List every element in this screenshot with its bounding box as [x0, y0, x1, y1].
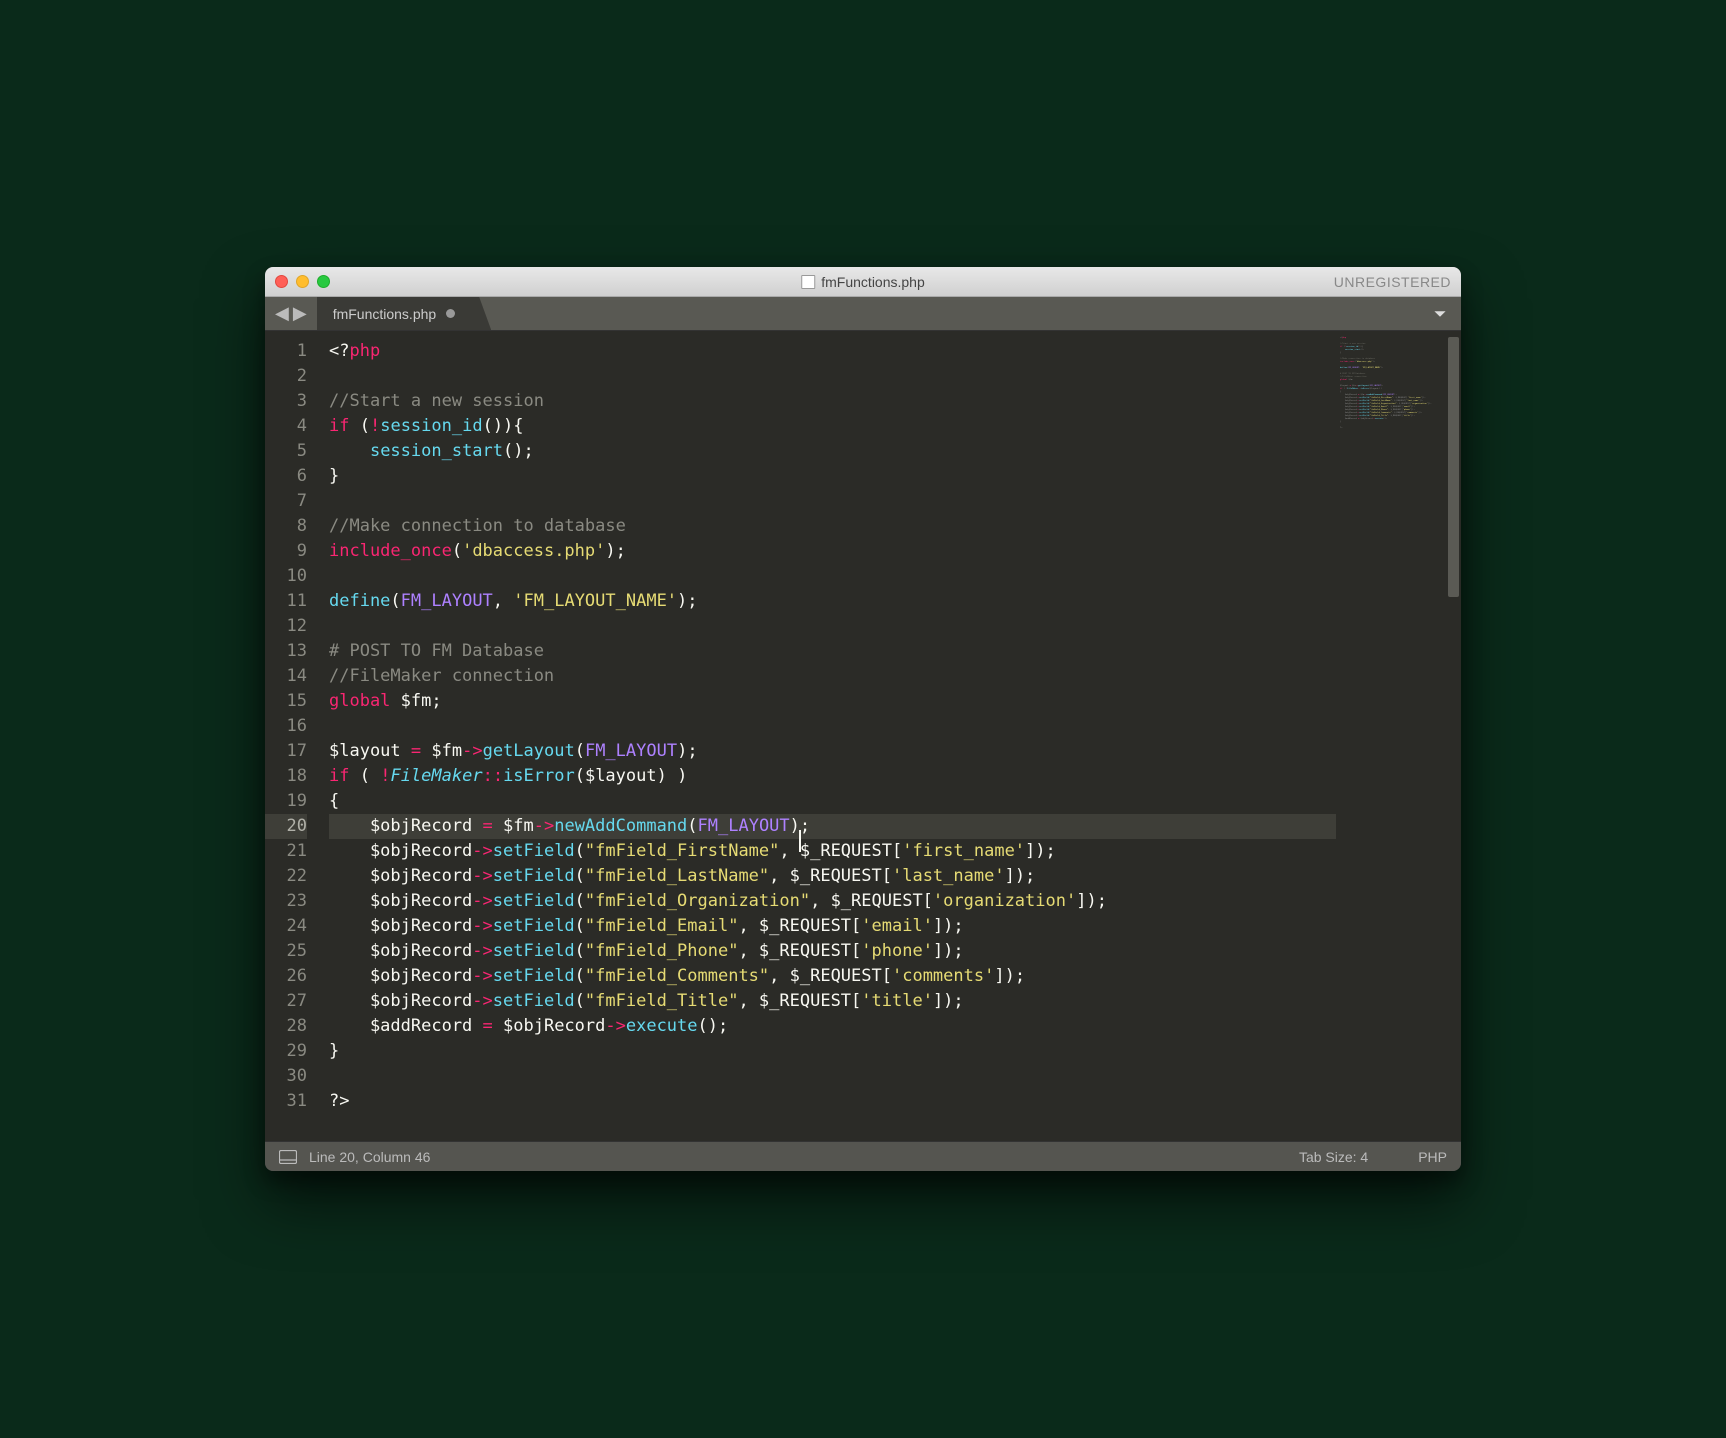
nav-back-icon[interactable]: ◀ — [275, 303, 289, 324]
code-line[interactable]: include_once('dbaccess.php'); — [329, 539, 1336, 564]
window-title: fmFunctions.php — [801, 274, 925, 290]
line-number[interactable]: 9 — [265, 539, 307, 564]
tab-dropdown-button[interactable] — [1419, 297, 1461, 330]
line-number[interactable]: 18 — [265, 764, 307, 789]
line-number[interactable]: 15 — [265, 689, 307, 714]
editor-area: 1234567891011121314151617181920212223242… — [265, 331, 1461, 1141]
status-bar: Line 20, Column 46 Tab Size: 4 PHP — [265, 1141, 1461, 1171]
line-number[interactable]: 30 — [265, 1064, 307, 1089]
nav-forward-icon[interactable]: ▶ — [293, 303, 307, 324]
window-controls — [275, 275, 330, 288]
code-line[interactable] — [329, 714, 1336, 739]
line-number[interactable]: 8 — [265, 514, 307, 539]
line-number[interactable]: 25 — [265, 939, 307, 964]
line-number[interactable]: 19 — [265, 789, 307, 814]
code-line[interactable] — [329, 564, 1336, 589]
code-line[interactable]: $objRecord->setField("fmField_Title", $_… — [329, 989, 1336, 1014]
line-number[interactable]: 22 — [265, 864, 307, 889]
code-line[interactable]: //Make connection to database — [329, 514, 1336, 539]
chevron-down-icon — [1433, 307, 1447, 321]
scrollbar-thumb[interactable] — [1448, 337, 1459, 597]
line-number[interactable]: 3 — [265, 389, 307, 414]
file-icon — [801, 275, 815, 289]
code-line[interactable]: //FileMaker connection — [329, 664, 1336, 689]
line-number[interactable]: 2 — [265, 364, 307, 389]
window-title-text: fmFunctions.php — [821, 274, 925, 290]
code-line[interactable]: } — [329, 1039, 1336, 1064]
line-number[interactable]: 5 — [265, 439, 307, 464]
code-line[interactable]: # POST TO FM Database — [329, 639, 1336, 664]
line-number[interactable]: 24 — [265, 914, 307, 939]
line-number[interactable]: 17 — [265, 739, 307, 764]
line-number[interactable]: 28 — [265, 1014, 307, 1039]
line-number[interactable]: 1 — [265, 339, 307, 364]
line-number[interactable]: 31 — [265, 1089, 307, 1114]
syntax-language[interactable]: PHP — [1418, 1149, 1447, 1165]
line-number[interactable]: 7 — [265, 489, 307, 514]
tab-size[interactable]: Tab Size: 4 — [1299, 1149, 1368, 1165]
code-line[interactable]: $objRecord->setField("fmField_FirstName"… — [329, 839, 1336, 864]
code-line[interactable]: define(FM_LAYOUT, 'FM_LAYOUT_NAME'); — [329, 589, 1336, 614]
tab-active[interactable]: fmFunctions.php — [317, 297, 492, 330]
code-line[interactable]: $objRecord->setField("fmField_Email", $_… — [329, 914, 1336, 939]
line-number[interactable]: 20 — [265, 814, 307, 839]
code-line[interactable] — [329, 1064, 1336, 1089]
code-line[interactable]: $layout = $fm->getLayout(FM_LAYOUT); — [329, 739, 1336, 764]
line-number[interactable]: 21 — [265, 839, 307, 864]
registration-status[interactable]: UNREGISTERED — [1334, 274, 1451, 290]
titlebar[interactable]: fmFunctions.php UNREGISTERED — [265, 267, 1461, 297]
line-number[interactable]: 12 — [265, 614, 307, 639]
code-line[interactable] — [329, 364, 1336, 389]
code-line[interactable]: if (!session_id()){ — [329, 414, 1336, 439]
code-line[interactable]: session_start(); — [329, 439, 1336, 464]
code-line[interactable] — [329, 614, 1336, 639]
code-line[interactable]: $addRecord = $objRecord->execute(); — [329, 1014, 1336, 1039]
code-line[interactable]: <?php — [329, 339, 1336, 364]
code-line[interactable]: $objRecord->setField("fmField_Comments",… — [329, 964, 1336, 989]
tab-label: fmFunctions.php — [333, 306, 437, 322]
code-line[interactable]: } — [329, 464, 1336, 489]
code-line[interactable]: //Start a new session — [329, 389, 1336, 414]
line-number[interactable]: 26 — [265, 964, 307, 989]
panel-switcher-icon[interactable] — [279, 1150, 297, 1164]
line-number-gutter[interactable]: 1234567891011121314151617181920212223242… — [265, 331, 315, 1141]
maximize-window-button[interactable] — [317, 275, 330, 288]
line-number[interactable]: 14 — [265, 664, 307, 689]
cursor-position[interactable]: Line 20, Column 46 — [309, 1149, 430, 1165]
code-line[interactable]: $objRecord->setField("fmField_Organizati… — [329, 889, 1336, 914]
line-number[interactable]: 23 — [265, 889, 307, 914]
line-number[interactable]: 16 — [265, 714, 307, 739]
code-line[interactable]: $objRecord = $fm->newAddCommand(FM_LAYOU… — [329, 814, 1336, 839]
editor-window: fmFunctions.php UNREGISTERED ◀ ▶ fmFunct… — [265, 267, 1461, 1171]
dirty-indicator-icon — [446, 309, 455, 318]
code-line[interactable]: global $fm; — [329, 689, 1336, 714]
close-window-button[interactable] — [275, 275, 288, 288]
line-number[interactable]: 29 — [265, 1039, 307, 1064]
code-line[interactable]: ?> — [329, 1089, 1336, 1114]
code-editor[interactable]: <?php //Start a new sessionif (!session_i… — [315, 331, 1336, 1141]
line-number[interactable]: 13 — [265, 639, 307, 664]
minimize-window-button[interactable] — [296, 275, 309, 288]
code-line[interactable]: { — [329, 789, 1336, 814]
code-line[interactable] — [329, 489, 1336, 514]
tab-bar: ◀ ▶ fmFunctions.php — [265, 297, 1461, 331]
vertical-scrollbar[interactable] — [1446, 331, 1461, 1141]
code-line[interactable]: $objRecord->setField("fmField_Phone", $_… — [329, 939, 1336, 964]
line-number[interactable]: 4 — [265, 414, 307, 439]
line-number[interactable]: 10 — [265, 564, 307, 589]
line-number[interactable]: 27 — [265, 989, 307, 1014]
line-number[interactable]: 6 — [265, 464, 307, 489]
code-line[interactable]: $objRecord->setField("fmField_LastName",… — [329, 864, 1336, 889]
minimap[interactable]: <?php//Start a new sessionif (!session_i… — [1336, 331, 1446, 1141]
line-number[interactable]: 11 — [265, 589, 307, 614]
nav-arrows: ◀ ▶ — [265, 297, 317, 330]
code-line[interactable]: if ( !FileMaker::isError($layout) ) — [329, 764, 1336, 789]
